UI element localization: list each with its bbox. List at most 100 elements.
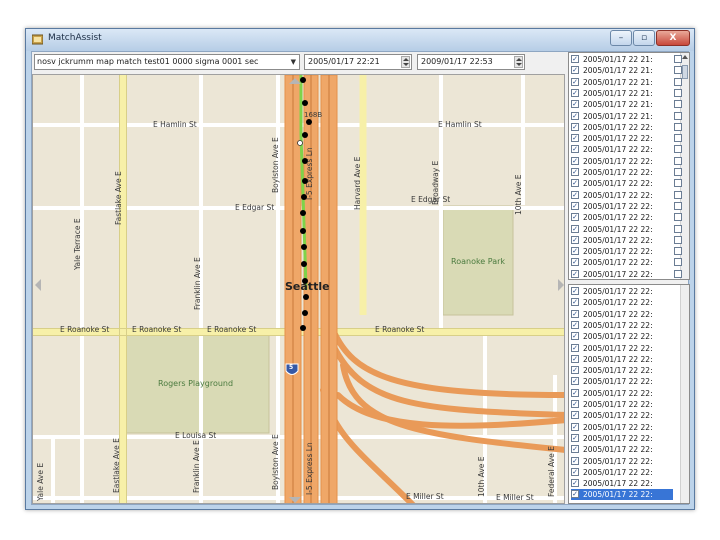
row-checkbox[interactable]: ✓	[571, 55, 579, 63]
row-checkbox[interactable]: ✓	[571, 422, 579, 431]
timestamp-row[interactable]: ✓ 2005/01/17 22 22:	[571, 212, 673, 223]
row-checkbox[interactable]: ✓	[571, 258, 579, 267]
row-checkbox[interactable]: ✓	[571, 190, 579, 199]
row-checkbox[interactable]: ✓	[571, 156, 579, 165]
timestamp-row[interactable]: ✓ 2005/01/17 22 22:	[571, 246, 673, 257]
row-checkbox[interactable]: ✓	[571, 111, 579, 120]
timestamp-row[interactable]: ✓ 2005/01/17 22 22:	[571, 224, 673, 235]
timestamp-row[interactable]: ✓ 2005/01/17 22 22:	[571, 297, 673, 308]
scroll-up-icon[interactable]	[682, 55, 688, 59]
vertical-scrollbar[interactable]	[680, 53, 689, 279]
row-checkbox[interactable]: ✓	[571, 490, 579, 499]
row-checkbox[interactable]: ✓	[571, 269, 579, 278]
timestamp-row[interactable]: ✓ 2005/01/17 22 22:	[571, 167, 673, 178]
start-time-picker[interactable]: 2005/01/17 22:21	[304, 54, 412, 70]
timestamp-row[interactable]: ✓ 2005/01/17 22 21:	[571, 54, 673, 65]
timestamp-row[interactable]: ✓ 2005/01/17 22 22:	[571, 388, 673, 399]
timestamp-row[interactable]: ✓ 2005/01/17 22 22:	[571, 410, 673, 421]
timestamp-row[interactable]: ✓ 2005/01/17 22 22:	[571, 133, 673, 144]
row-checkbox[interactable]: ✓	[571, 134, 579, 143]
timestamp-row[interactable]: ✓ 2005/01/17 22 22:	[571, 144, 673, 155]
secondary-checkbox[interactable]	[674, 269, 682, 278]
timestamp-row[interactable]: ✓ 2005/01/17 22 22:	[571, 433, 673, 444]
secondary-checkbox[interactable]	[674, 122, 682, 131]
row-checkbox[interactable]: ✓	[571, 343, 579, 352]
row-checkbox[interactable]: ✓	[571, 332, 579, 341]
timestamp-row[interactable]: ✓ 2005/01/17 22 22:	[571, 286, 673, 297]
timestamp-row[interactable]: ✓ 2005/01/17 22 22:	[571, 178, 673, 189]
row-checkbox[interactable]: ✓	[571, 388, 579, 397]
row-checkbox[interactable]: ✓	[571, 88, 579, 97]
maximize-button[interactable]: ▫	[633, 30, 655, 46]
secondary-checkbox[interactable]	[674, 235, 682, 244]
row-checkbox[interactable]: ✓	[571, 224, 579, 233]
secondary-checkbox[interactable]	[674, 66, 682, 75]
timestamp-row[interactable]: ✓ 2005/01/17 22 21:	[571, 77, 673, 88]
row-checkbox[interactable]: ✓	[571, 213, 579, 222]
timestamp-row[interactable]: ✓ 2005/01/17 22 22:	[571, 190, 673, 201]
end-time-picker[interactable]: 2009/01/17 22:53	[417, 54, 525, 70]
row-checkbox[interactable]: ✓	[571, 433, 579, 442]
timestamp-row[interactable]: ✓ 2005/01/17 22 22:	[571, 376, 673, 387]
row-checkbox[interactable]: ✓	[571, 320, 579, 329]
secondary-checkbox[interactable]	[674, 247, 682, 256]
timestamp-list-top[interactable]: ✓ 2005/01/17 22 21: ✓ 2005/01/17 22 21: ✓ 200…	[568, 52, 690, 280]
dataset-select[interactable]: nosv jckrumm map match test01 0000 sigma…	[34, 54, 300, 70]
timestamp-row[interactable]: ✓ 2005/01/17 22 22:	[571, 467, 673, 478]
row-checkbox[interactable]: ✓	[571, 77, 579, 86]
timestamp-row[interactable]: ✓ 2005/01/17 22 22:	[571, 331, 673, 342]
timestamp-row[interactable]: ✓ 2005/01/17 22 22:	[571, 489, 673, 501]
row-checkbox[interactable]: ✓	[571, 179, 579, 188]
secondary-checkbox[interactable]	[674, 55, 682, 63]
row-checkbox[interactable]: ✓	[571, 366, 579, 375]
start-time-spinner-icon[interactable]	[401, 56, 410, 68]
title-bar[interactable]: MatchAssist – ▫ X	[26, 29, 694, 51]
timestamp-row[interactable]: ✓ 2005/01/17 22 22:	[571, 122, 673, 133]
map-view[interactable]: E Hamlin St E Hamlin St E Edgar St E Edg…	[32, 74, 565, 504]
timestamp-row[interactable]: ✓ 2005/01/17 22 22:	[571, 257, 673, 268]
secondary-checkbox[interactable]	[674, 88, 682, 97]
close-button[interactable]: X	[656, 30, 690, 46]
timestamp-row[interactable]: ✓ 2005/01/17 22 21:	[571, 88, 673, 99]
row-checkbox[interactable]: ✓	[571, 145, 579, 154]
timestamp-row[interactable]: ✓ 2005/01/17 22 22:	[571, 456, 673, 467]
row-checkbox[interactable]: ✓	[571, 298, 579, 307]
timestamp-row[interactable]: ✓ 2005/01/17 22 22:	[571, 320, 673, 331]
timestamp-row[interactable]: ✓ 2005/01/17 22 21:	[571, 99, 673, 110]
secondary-checkbox[interactable]	[674, 145, 682, 154]
timestamp-row[interactable]: ✓ 2005/01/17 22 22:	[571, 354, 673, 365]
minimize-button[interactable]: –	[610, 30, 632, 46]
timestamp-list-bottom[interactable]: ✓ 2005/01/17 22 22: ✓ 2005/01/17 22 22: ✓ 200…	[568, 284, 690, 504]
timestamp-row[interactable]: ✓ 2005/01/17 22 22:	[571, 478, 673, 489]
timestamp-row[interactable]: ✓ 2005/01/17 22 22:	[571, 422, 673, 433]
timestamp-row[interactable]: ✓ 2005/01/17 22 22:	[571, 235, 673, 246]
secondary-checkbox[interactable]	[674, 134, 682, 143]
row-checkbox[interactable]: ✓	[571, 467, 579, 476]
row-checkbox[interactable]: ✓	[571, 168, 579, 176]
row-checkbox[interactable]: ✓	[571, 411, 579, 420]
secondary-checkbox[interactable]	[674, 156, 682, 165]
end-time-spinner-icon[interactable]	[514, 56, 523, 68]
vertical-scrollbar[interactable]	[680, 285, 689, 503]
row-checkbox[interactable]: ✓	[571, 400, 579, 408]
row-checkbox[interactable]: ✓	[571, 479, 579, 488]
secondary-checkbox[interactable]	[674, 213, 682, 222]
timestamp-row[interactable]: ✓ 2005/01/17 22 21:	[571, 111, 673, 122]
row-checkbox[interactable]: ✓	[571, 456, 579, 465]
secondary-checkbox[interactable]	[674, 111, 682, 120]
timestamp-row[interactable]: ✓ 2005/01/17 22 22:	[571, 269, 673, 279]
timestamp-row[interactable]: ✓ 2005/01/17 22 21:	[571, 65, 673, 76]
timestamp-row[interactable]: ✓ 2005/01/17 22 22:	[571, 156, 673, 167]
row-checkbox[interactable]: ✓	[571, 122, 579, 131]
row-checkbox[interactable]: ✓	[571, 354, 579, 363]
timestamp-row[interactable]: ✓ 2005/01/17 22 22:	[571, 201, 673, 212]
timestamp-row[interactable]: ✓ 2005/01/17 22 22:	[571, 309, 673, 320]
row-checkbox[interactable]: ✓	[571, 287, 579, 295]
secondary-checkbox[interactable]	[674, 258, 682, 267]
secondary-checkbox[interactable]	[674, 168, 682, 176]
secondary-checkbox[interactable]	[674, 100, 682, 109]
row-checkbox[interactable]: ✓	[571, 247, 579, 256]
row-checkbox[interactable]: ✓	[571, 309, 579, 318]
row-checkbox[interactable]: ✓	[571, 377, 579, 386]
row-checkbox[interactable]: ✓	[571, 66, 579, 75]
